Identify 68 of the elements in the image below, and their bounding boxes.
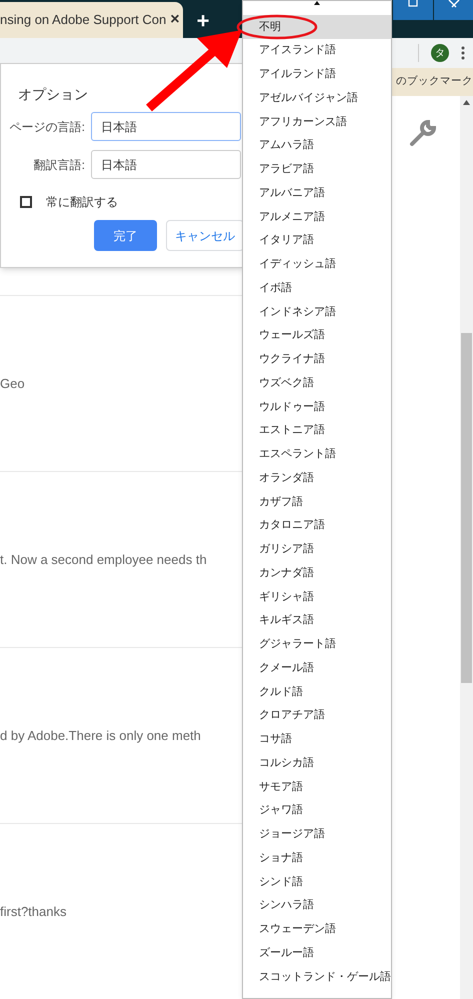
language-option[interactable]: アゼルバイジャン語 [243, 86, 391, 110]
language-option[interactable]: ショナ語 [243, 846, 391, 870]
language-option[interactable]: エスペラント語 [243, 442, 391, 466]
language-option[interactable]: ウルドゥー語 [243, 395, 391, 419]
language-option[interactable]: アラビア語 [243, 158, 391, 182]
language-option[interactable]: エストニア語 [243, 418, 391, 442]
done-button[interactable]: 完了 [94, 220, 157, 251]
language-option[interactable]: アムハラ語 [243, 134, 391, 158]
language-option[interactable]: コサ語 [243, 728, 391, 752]
language-option[interactable]: オランダ語 [243, 466, 391, 490]
post-excerpt: d by Adobe.There is only one meth [0, 726, 201, 745]
field-label: 翻訳言語: [32, 156, 86, 174]
field-label: ページの言語: [8, 118, 86, 136]
language-option[interactable]: アフリカーンス語 [243, 110, 391, 134]
post-excerpt: first?thanks [0, 902, 66, 921]
post-excerpt: t. Now a second employee needs th [0, 550, 207, 569]
cancel-button[interactable]: キャンセル [166, 220, 244, 251]
language-option[interactable]: クメール語 [243, 656, 391, 680]
post-excerpt: Geo [0, 374, 25, 393]
maximize-button[interactable] [393, 0, 433, 20]
language-option[interactable]: アルメニア語 [243, 205, 391, 229]
language-option[interactable]: キルギス語 [243, 608, 391, 632]
scroll-up-icon[interactable] [314, 1, 320, 7]
language-option[interactable]: アイスランド語 [243, 38, 391, 62]
language-option[interactable]: シンド語 [243, 870, 391, 894]
bookmark-link[interactable]: のブックマーク [396, 74, 473, 90]
profile-avatar[interactable]: タ [431, 44, 449, 62]
language-select[interactable]: 日本語 [91, 112, 241, 141]
language-option[interactable]: イディッシュ語 [243, 252, 391, 276]
language-option[interactable]: イボ語 [243, 276, 391, 300]
language-option[interactable]: アイルランド語 [243, 62, 391, 86]
language-option[interactable]: ウェールズ語 [243, 324, 391, 348]
new-tab-button[interactable]: + [183, 2, 223, 38]
language-option[interactable]: カンナダ語 [243, 561, 391, 585]
dialog-title: オプション [18, 85, 88, 104]
checkbox[interactable] [20, 196, 32, 208]
language-option[interactable]: ギリシャ語 [243, 585, 391, 609]
language-option[interactable]: インドネシア語 [243, 300, 391, 324]
language-option[interactable]: クロアチア語 [243, 704, 391, 728]
scrollbar[interactable] [460, 96, 473, 999]
scrollbar-thumb[interactable] [461, 333, 472, 683]
language-option[interactable]: ガリシア語 [243, 538, 391, 562]
language-option[interactable]: ウズベク語 [243, 371, 391, 395]
language-option[interactable]: ウクライナ語 [243, 348, 391, 372]
tab-title: nsing on Adobe Support Con [0, 11, 166, 30]
language-option[interactable]: アルバニア語 [243, 181, 391, 205]
close-window-button[interactable] [433, 0, 473, 20]
more-menu-icon[interactable] [461, 46, 465, 60]
language-option[interactable]: コルシカ語 [243, 751, 391, 775]
language-option[interactable]: スコットランド・ゲール語 [243, 965, 391, 989]
language-option[interactable]: グジャラート語 [243, 632, 391, 656]
language-option[interactable]: イタリア語 [243, 228, 391, 252]
language-option[interactable]: ズールー語 [243, 941, 391, 965]
language-option[interactable]: カタロニア語 [243, 514, 391, 538]
language-option[interactable]: ジョージア語 [243, 822, 391, 846]
browser-tab[interactable]: nsing on Adobe Support Con × [0, 2, 183, 38]
language-option[interactable]: クルド語 [243, 680, 391, 704]
language-select[interactable]: 日本語 [91, 150, 241, 179]
close-icon [448, 0, 460, 8]
scroll-up-icon[interactable] [463, 100, 470, 105]
language-option[interactable]: カザフ語 [243, 490, 391, 514]
checkbox-label: 常に翻訳する [46, 194, 118, 211]
maximize-icon [408, 0, 418, 8]
tab-close-button[interactable]: × [166, 8, 184, 32]
language-option[interactable]: スウェーデン語 [243, 918, 391, 942]
language-option[interactable]: サモア語 [243, 775, 391, 799]
language-option[interactable]: シンハラ語 [243, 894, 391, 918]
language-option[interactable]: ジャワ語 [243, 798, 391, 822]
